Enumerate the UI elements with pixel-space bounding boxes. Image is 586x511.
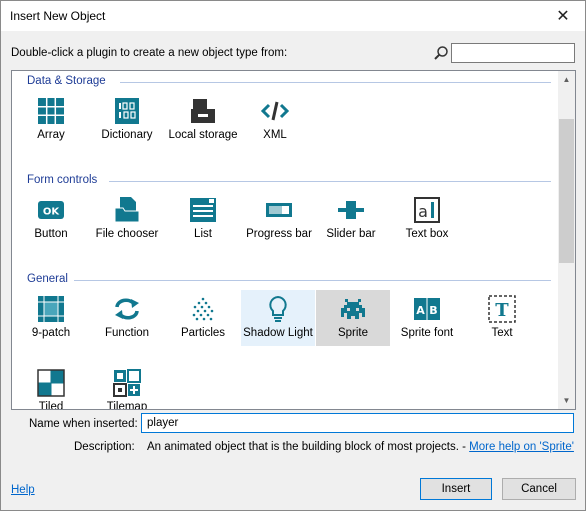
- plugin-item-dictionary[interactable]: Dictionary: [90, 92, 164, 148]
- plugin-label: Particles: [180, 327, 226, 339]
- plugin-item-text[interactable]: T Text: [465, 290, 539, 346]
- slider-bar-icon: [338, 201, 364, 219]
- plugin-label: Array: [37, 129, 65, 141]
- array-icon: [38, 98, 64, 124]
- plugin-label: XML: [263, 129, 287, 141]
- xml-icon: [261, 101, 289, 121]
- plugin-item-tiled[interactable]: Tiled: [14, 364, 88, 410]
- plugin-list: Data & Storage Array Dictionary Local st…: [11, 70, 576, 410]
- dictionary-icon: [115, 98, 139, 124]
- svg-text:B: B: [429, 304, 437, 317]
- plugin-label: Tilemap: [106, 401, 148, 410]
- particles-icon: [192, 297, 214, 321]
- list-icon: [190, 198, 216, 222]
- description-label: Description:: [74, 441, 135, 453]
- scroll-down-arrow-icon[interactable]: ▼: [558, 392, 575, 409]
- plugin-item-file-chooser[interactable]: File chooser: [90, 191, 164, 247]
- scrollbar-thumb[interactable]: [559, 119, 574, 263]
- name-input[interactable]: [141, 413, 574, 433]
- plugin-label: Progress bar: [246, 228, 312, 240]
- help-link[interactable]: Help: [11, 484, 35, 496]
- plugin-item-array[interactable]: Array: [14, 92, 88, 148]
- plugin-label: Shadow Light: [243, 327, 313, 339]
- cancel-button[interactable]: Cancel: [502, 478, 576, 500]
- scroll-up-arrow-icon[interactable]: ▲: [558, 71, 575, 88]
- plugin-item-sprite-font[interactable]: A B Sprite font: [390, 290, 464, 346]
- plugin-item-progress-bar[interactable]: Progress bar: [242, 191, 316, 247]
- button-icon: OK: [38, 201, 64, 219]
- vertical-scrollbar[interactable]: ▲ ▼: [558, 71, 575, 409]
- plugin-item-sprite[interactable]: Sprite: [316, 290, 390, 346]
- magnifier-icon: [434, 46, 448, 60]
- insert-object-dialog: Insert New Object ✕ Double-click a plugi…: [0, 0, 586, 511]
- plugin-item-xml[interactable]: XML: [238, 92, 312, 148]
- plugin-item-9-patch[interactable]: 9-patch: [14, 290, 88, 346]
- group-divider: [74, 280, 551, 281]
- sprite-font-icon: A B: [414, 298, 440, 320]
- plugin-item-button[interactable]: OK Button: [14, 191, 88, 247]
- text-icon: T: [488, 295, 516, 323]
- plugin-label: File chooser: [95, 228, 159, 240]
- plugin-item-slider-bar[interactable]: Slider bar: [314, 191, 388, 247]
- tiled-background-icon: [37, 369, 65, 397]
- tilemap-icon: [113, 369, 141, 397]
- group-divider: [109, 181, 551, 182]
- local-storage-icon: [191, 99, 215, 123]
- instruction-text: Double-click a plugin to create a new ob…: [11, 47, 288, 59]
- svg-text:OK: OK: [43, 207, 61, 218]
- plugin-item-tilemap[interactable]: Tilemap: [90, 364, 164, 410]
- name-label: Name when inserted:: [29, 418, 138, 430]
- function-icon: [115, 298, 139, 320]
- svg-text:A: A: [416, 304, 425, 317]
- svg-text:T: T: [495, 300, 509, 321]
- dialog-title: Insert New Object: [10, 9, 106, 23]
- close-button[interactable]: ✕: [541, 1, 585, 31]
- plugin-label: Sprite font: [400, 327, 454, 339]
- plugin-label: Text box: [405, 228, 449, 240]
- search-input[interactable]: [451, 43, 575, 63]
- plugin-label: Sprite: [337, 327, 369, 339]
- file-chooser-icon: [114, 197, 140, 223]
- description-body: An animated object that is the building …: [147, 441, 470, 453]
- plugin-item-particles[interactable]: Particles: [166, 290, 240, 346]
- description-text: An animated object that is the building …: [147, 441, 574, 453]
- plugin-label: List: [194, 228, 212, 240]
- progress-bar-icon: [266, 203, 292, 217]
- group-divider: [120, 82, 551, 83]
- plugin-label: Local storage: [168, 129, 238, 141]
- search-box: [433, 43, 575, 63]
- plugin-label: 9-patch: [31, 327, 71, 339]
- plugin-item-text-box[interactable]: a Text box: [390, 191, 464, 247]
- title-bar: Insert New Object ✕: [1, 1, 585, 31]
- sprite-icon: [341, 299, 365, 319]
- shadow-light-icon: [269, 295, 287, 322]
- group-title-form-controls: Form controls: [27, 174, 98, 186]
- svg-text:a: a: [418, 202, 428, 221]
- plugin-label: Slider bar: [326, 228, 376, 240]
- plugin-label: Dictionary: [101, 129, 153, 141]
- plugin-item-shadow-light[interactable]: Shadow Light: [241, 290, 315, 346]
- plugin-label: Function: [104, 327, 150, 339]
- text-box-icon: a: [414, 197, 440, 223]
- plugin-label: Tiled: [38, 401, 64, 410]
- nine-patch-icon: [38, 296, 64, 322]
- plugin-item-local-storage[interactable]: Local storage: [166, 92, 240, 148]
- plugin-label: Button: [34, 228, 68, 240]
- group-title-general: General: [27, 273, 68, 285]
- insert-button[interactable]: Insert: [420, 478, 492, 500]
- more-help-link[interactable]: More help on 'Sprite': [469, 441, 574, 453]
- plugin-item-list[interactable]: List: [166, 191, 240, 247]
- plugin-item-function[interactable]: Function: [90, 290, 164, 346]
- plugin-label: Text: [491, 327, 513, 339]
- group-title-data-storage: Data & Storage: [27, 75, 106, 87]
